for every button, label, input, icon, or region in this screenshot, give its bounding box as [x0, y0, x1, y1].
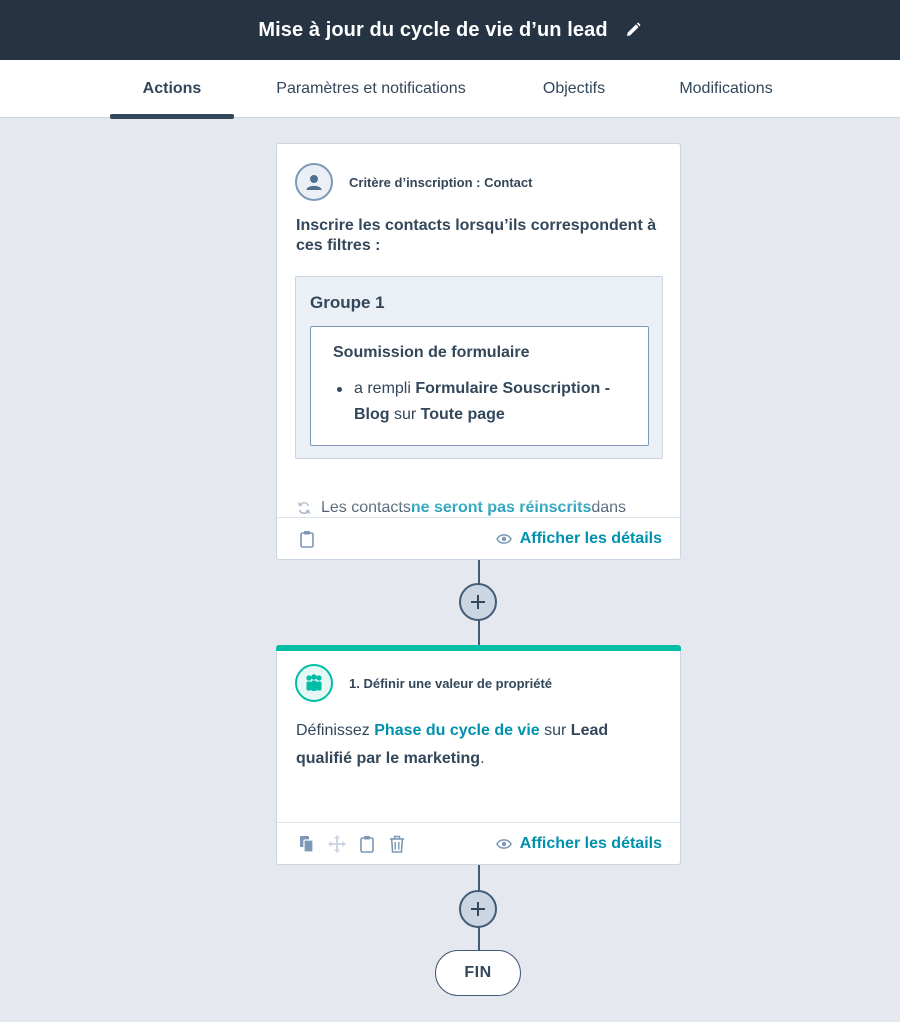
clipboard-icon[interactable]	[357, 834, 377, 854]
eye-icon	[495, 533, 512, 544]
copy-icon[interactable]	[297, 834, 317, 854]
property-link[interactable]: Phase du cycle de vie	[374, 722, 539, 739]
show-details-label: Afficher les détails	[519, 834, 662, 852]
bullet	[337, 387, 342, 392]
action-text-suffix: .	[480, 750, 485, 767]
reenrollment-note: Les contacts ne seront pas réinscrits da…	[297, 498, 667, 518]
end-node: FIN	[435, 950, 521, 996]
pencil-icon[interactable]	[624, 21, 642, 39]
tab-modifications[interactable]: Modifications	[656, 60, 796, 118]
add-action-button[interactable]	[459, 890, 497, 928]
refresh-icon	[297, 501, 311, 515]
page-scope: Toute page	[420, 406, 505, 423]
tab-actions[interactable]: Actions	[110, 60, 234, 119]
add-action-button[interactable]	[459, 583, 497, 621]
eye-icon	[495, 838, 512, 849]
action-description: Définissez Phase du cycle de vie sur Lea…	[296, 717, 666, 773]
trash-icon[interactable]	[387, 834, 407, 854]
filter-prefix: a rempli	[354, 380, 416, 397]
enrollment-card-header: Critère d’inscription : Contact	[277, 144, 680, 220]
show-details-link[interactable]: Afficher les détails	[495, 834, 662, 853]
enrollment-card-footer: Afficher les détails	[277, 517, 680, 559]
show-details-link[interactable]: Afficher les détails	[495, 529, 662, 548]
action-card-header: 1. Définir une valeur de propriété	[277, 664, 570, 702]
enrollment-criteria-label: Critère d’inscription : Contact	[349, 174, 533, 190]
tab-bar: Actions Paramètres et notifications Obje…	[0, 60, 900, 119]
action-text-prefix: Définissez	[296, 722, 375, 739]
filter-group: Groupe 1 Soumission de formulaire a remp…	[295, 276, 663, 459]
filter-title: Soumission de formulaire	[333, 344, 530, 361]
filter-middle: sur	[389, 406, 421, 423]
show-details-label: Afficher les détails	[519, 529, 662, 547]
reenroll-suffix: dans	[591, 499, 627, 516]
contact-icon	[295, 163, 333, 201]
workflow-title: Mise à jour du cycle de vie d’un lead	[258, 18, 608, 41]
enrollment-trigger-card[interactable]: Critère d’inscription : Contact Inscrire…	[276, 143, 681, 560]
enrollment-intro: Inscrire les contacts lorsqu’ils corresp…	[296, 217, 657, 254]
filter-condition[interactable]: Soumission de formulaire a rempli Formul…	[310, 326, 649, 446]
action-card-set-property[interactable]: 1. Définir une valeur de propriété Défin…	[276, 645, 681, 865]
reenroll-setting-link[interactable]: ne seront pas réinscrits	[411, 499, 592, 517]
tab-goals[interactable]: Objectifs	[522, 60, 626, 118]
workflow-header: Mise à jour du cycle de vie d’un lead	[0, 0, 900, 60]
clipboard-icon[interactable]	[297, 529, 317, 549]
action-card-footer: Afficher les détails	[277, 822, 680, 864]
set-property-icon	[295, 664, 333, 702]
group-title: Groupe 1	[310, 293, 385, 312]
move-icon[interactable]	[327, 834, 347, 854]
action-header-label: 1. Définir une valeur de propriété	[349, 675, 552, 691]
filter-description: a rempli Formulaire Souscription - Blog …	[333, 376, 628, 428]
reenroll-prefix: Les contacts	[321, 499, 411, 516]
end-label: FIN	[464, 964, 492, 981]
tab-settings-notifications[interactable]: Paramètres et notifications	[250, 60, 492, 118]
plus-icon	[471, 595, 485, 609]
action-accent-bar	[276, 645, 681, 651]
plus-icon	[471, 902, 485, 916]
action-text-middle: sur	[539, 722, 571, 739]
